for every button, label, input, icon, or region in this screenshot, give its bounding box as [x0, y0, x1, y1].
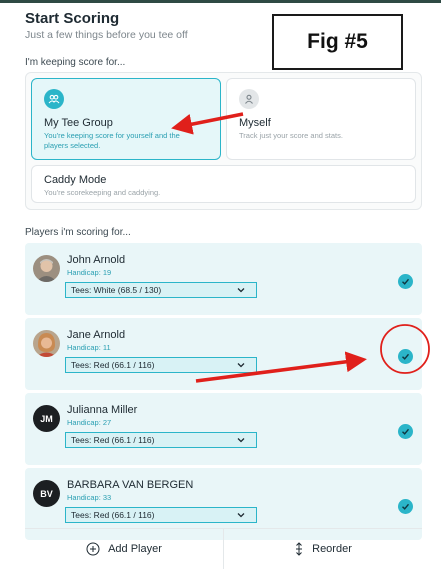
mode-description: players selected.	[44, 141, 101, 150]
keeping-score-label: I'm keeping score for...	[25, 57, 126, 68]
person-icon	[239, 89, 259, 109]
player-row[interactable]: Jane Arnold Handicap: 11 Tees: Red (66.1…	[25, 318, 422, 390]
reorder-button[interactable]: Reorder	[223, 529, 422, 569]
player-name: John Arnold	[67, 254, 126, 266]
mode-card-tee-group[interactable]: My Tee Group You're keeping score for yo…	[31, 78, 221, 160]
reorder-arrows-icon	[296, 542, 303, 556]
tees-select[interactable]: Tees: Red (66.1 / 116)	[65, 507, 257, 523]
chevron-down-icon	[237, 513, 245, 518]
mode-title: My Tee Group	[44, 117, 113, 129]
mode-description: You're scorekeeping and caddying.	[44, 188, 161, 197]
tees-select[interactable]: Tees: White (68.5 / 130)	[65, 282, 257, 298]
check-icon[interactable]	[398, 349, 413, 364]
page-title: Start Scoring	[25, 10, 120, 27]
mode-description: You're keeping score for yourself and th…	[44, 131, 180, 140]
mode-card-myself[interactable]: Myself Track just your score and stats.	[226, 78, 416, 160]
check-icon[interactable]	[398, 274, 413, 289]
player-handicap: Handicap: 27	[67, 418, 112, 427]
page-subtitle: Just a few things before you tee off	[25, 29, 188, 41]
tees-value: Tees: Red (66.1 / 116)	[71, 510, 155, 520]
player-name: Jane Arnold	[67, 329, 126, 341]
mode-title: Caddy Mode	[44, 174, 107, 186]
tees-value: Tees: Red (66.1 / 116)	[71, 435, 155, 445]
player-handicap: Handicap: 11	[67, 343, 111, 352]
mode-title: Myself	[239, 117, 271, 129]
check-icon[interactable]	[398, 499, 413, 514]
plus-circle-icon	[86, 542, 100, 556]
bottom-action-bar: Add Player Reorder	[25, 528, 422, 569]
group-icon	[44, 89, 64, 109]
avatar	[33, 255, 60, 282]
check-icon[interactable]	[398, 424, 413, 439]
add-player-label: Add Player	[108, 543, 162, 555]
players-label: Players i'm scoring for...	[25, 227, 131, 238]
player-name: BARBARA VAN BERGEN	[67, 479, 194, 491]
tees-value: Tees: White (68.5 / 130)	[71, 285, 162, 295]
mode-card-caddy[interactable]: Caddy Mode You're scorekeeping and caddy…	[31, 165, 416, 203]
figure-label: Fig #5	[272, 14, 403, 70]
mode-description: Track just your score and stats.	[239, 131, 343, 140]
tees-select[interactable]: Tees: Red (66.1 / 116)	[65, 357, 257, 373]
add-player-button[interactable]: Add Player	[25, 529, 223, 569]
player-row[interactable]: JM Julianna Miller Handicap: 27 Tees: Re…	[25, 393, 422, 465]
avatar: JM	[33, 405, 60, 432]
player-row[interactable]: John Arnold Handicap: 19 Tees: White (68…	[25, 243, 422, 315]
avatar	[33, 330, 60, 357]
top-border	[0, 0, 441, 3]
tees-value: Tees: Red (66.1 / 116)	[71, 360, 155, 370]
chevron-down-icon	[237, 288, 245, 293]
player-handicap: Handicap: 33	[67, 493, 112, 502]
player-handicap: Handicap: 19	[67, 268, 112, 277]
chevron-down-icon	[237, 438, 245, 443]
player-name: Julianna Miller	[67, 404, 138, 416]
tees-select[interactable]: Tees: Red (66.1 / 116)	[65, 432, 257, 448]
reorder-label: Reorder	[312, 543, 352, 555]
chevron-down-icon	[237, 363, 245, 368]
avatar: BV	[33, 480, 60, 507]
